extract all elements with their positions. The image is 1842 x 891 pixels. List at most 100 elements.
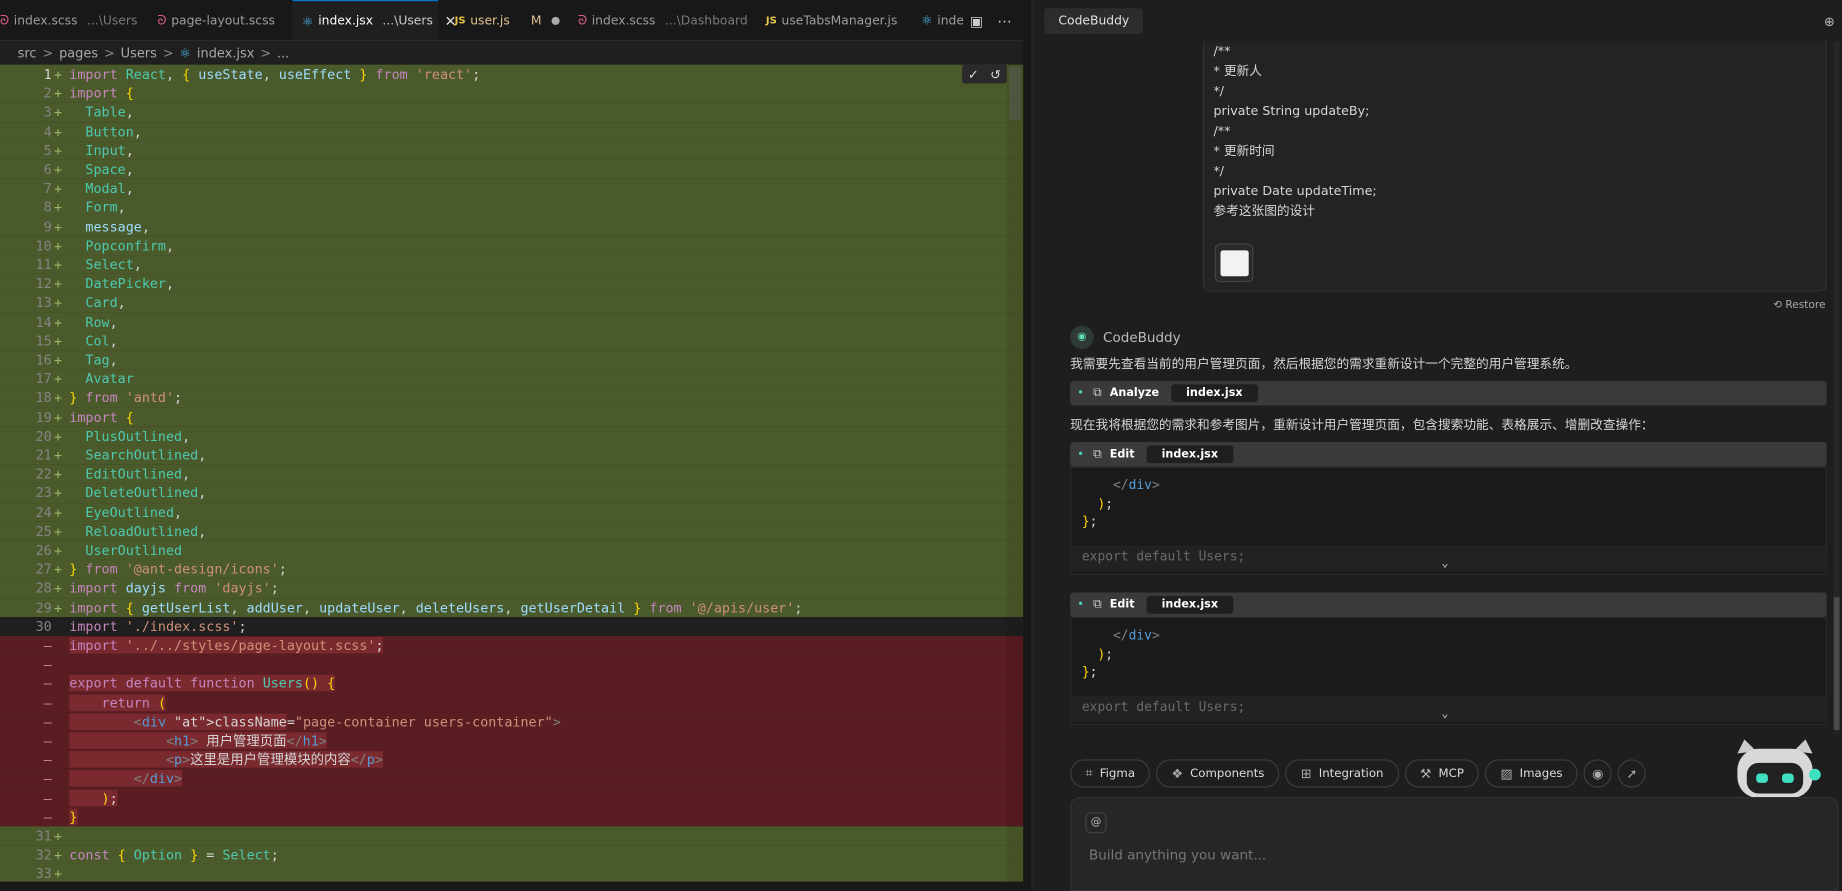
added-code-line[interactable]: 31 + <box>0 826 1024 846</box>
added-code-line[interactable]: 14 + Row, <box>0 312 1024 332</box>
added-code-line[interactable]: 12 + DatePicker, <box>0 274 1024 294</box>
diff-marker: + <box>54 446 63 464</box>
added-code-line[interactable]: 26 + UserOutlined <box>0 540 1024 560</box>
added-code-line[interactable]: 16 + Tag, <box>0 350 1024 370</box>
panel-scrollbar[interactable] <box>1833 597 1840 730</box>
mention-button[interactable]: @ <box>1085 812 1107 834</box>
tab-index-scss-dashboard[interactable]: ᘐ index.scss ...\Dashboard <box>578 0 748 40</box>
deleted-code-line[interactable]: — import '../../styles/page-layout.scss'… <box>0 635 1024 655</box>
tab-usetabsmanager-js[interactable]: JS useTabsManager.js <box>766 0 897 40</box>
added-code-line[interactable]: 7 + Modal, <box>0 178 1024 198</box>
editor-pane: ᘐ index.scss ...\Users ᘐ page-layout.scss ⚛… <box>0 0 1024 891</box>
code-text: Button, <box>85 123 142 140</box>
chat-input[interactable]: Build anything you want... <box>1089 846 1266 862</box>
components-icon: ❖ <box>1171 765 1184 782</box>
added-code-line[interactable]: 9 + message, <box>0 216 1024 237</box>
tab-inde[interactable]: ⚛ inde <box>921 0 968 40</box>
breadcrumb-item-src[interactable]: src <box>18 45 37 60</box>
code-text: import './index.scss'; <box>69 618 247 635</box>
added-code-line[interactable]: 8 + Form, <box>0 197 1024 217</box>
added-code-line[interactable]: 25 + ReloadOutlined, <box>0 521 1024 541</box>
added-code-line[interactable]: 21 + SearchOutlined, <box>0 445 1024 465</box>
code-line[interactable]: 30 import './index.scss'; <box>0 616 1024 636</box>
line-number: 15 <box>35 332 52 349</box>
added-code-line[interactable]: 6 + Space, <box>0 159 1024 179</box>
file-chip[interactable]: index.jsx <box>1146 595 1234 614</box>
preview-button[interactable]: ◉ <box>1583 759 1612 788</box>
revert-icon[interactable]: ↺ <box>990 66 1001 81</box>
images-pill[interactable]: ▨ Images <box>1485 759 1578 788</box>
accept-check-icon[interactable]: ✓ <box>968 66 979 81</box>
added-code-line[interactable]: 23 + DeleteOutlined, <box>0 483 1024 503</box>
added-code-line[interactable]: 11 + Select, <box>0 255 1024 275</box>
new-chat-icon[interactable]: ⊕ <box>1824 14 1835 29</box>
line-number: 16 <box>35 351 52 369</box>
diff-marker: + <box>54 84 63 102</box>
added-code-line[interactable]: 24 + EyeOutlined, <box>0 502 1024 522</box>
added-code-line[interactable]: 20 + PlusOutlined, <box>0 426 1024 446</box>
file-chip[interactable]: index.jsx <box>1146 445 1234 464</box>
file-chip[interactable]: index.jsx <box>1170 384 1258 403</box>
deleted-code-line[interactable]: — <h1> 用户管理页面</h1> <box>0 731 1024 751</box>
attached-image-thumbnail[interactable] <box>1214 243 1254 283</box>
tool-call-analyze[interactable]: • ⧉ Analyze index.jsx <box>1070 380 1827 406</box>
more-actions-icon[interactable]: ⋯ <box>997 12 1011 28</box>
integration-pill[interactable]: ⊞ Integration <box>1285 759 1399 788</box>
diff-marker: + <box>54 180 63 197</box>
edit-preview-2: </div> );}; export default Users; ⌄ <box>1070 617 1827 726</box>
expand-chevron-icon[interactable]: ⌄ <box>1441 557 1448 570</box>
deploy-button[interactable]: ➚ <box>1617 759 1646 788</box>
added-code-line[interactable]: 29 + import { getUserList, addUser, update… <box>0 597 1024 617</box>
mcp-pill[interactable]: ⚒ MCP <box>1404 759 1480 788</box>
deleted-code-line[interactable]: — return ( <box>0 693 1024 713</box>
tab-index-jsx-users[interactable]: ⚛ index.jsx ...\Users ✕ <box>292 0 456 40</box>
breadcrumb-item-symbol[interactable]: ... <box>277 45 289 60</box>
added-code-line[interactable]: 33 + <box>0 864 1024 884</box>
components-pill[interactable]: ❖ Components <box>1156 759 1280 788</box>
deleted-code-line[interactable]: — <div "at">className="page-container us… <box>0 712 1024 732</box>
user-message: /** * 更新人 */ private String updateBy; /** * 更… <box>1202 41 1827 292</box>
added-code-line[interactable]: 3 + Table, <box>0 102 1024 122</box>
added-code-line[interactable]: 4 + Button, <box>0 121 1024 141</box>
tab-page-layout-scss[interactable]: ᘐ page-layout.scss <box>157 0 286 40</box>
added-code-line[interactable]: 2 + import { <box>0 83 1024 103</box>
editor-scrollbar[interactable] <box>1009 67 1021 120</box>
deleted-code-line[interactable]: — <p>这里是用户管理模块的内容</p> <box>0 750 1024 770</box>
panel-title[interactable]: CodeBuddy <box>1044 8 1144 35</box>
expand-chevron-icon[interactable]: ⌄ <box>1441 708 1448 721</box>
deleted-code-line[interactable]: — ); <box>0 788 1024 808</box>
added-code-line[interactable]: 17 + Avatar <box>0 369 1024 389</box>
editor-tab-bar: ᘐ index.scss ...\Users ᘐ page-layout.scss ⚛… <box>0 0 1024 42</box>
tool-call-edit-2[interactable]: • ⧉ Edit index.jsx <box>1070 592 1827 618</box>
restore-button[interactable]: ⟲ Restore <box>1773 300 1825 312</box>
added-code-line[interactable]: 27 +} from '@ant-design/icons'; <box>0 559 1024 579</box>
user-message-text: /** * 更新人 */ private String updateBy; /** * 更… <box>1213 41 1376 221</box>
deleted-code-line[interactable]: — export default function Users() { <box>0 674 1024 694</box>
tab-user-js[interactable]: JS user.js M ● <box>455 0 561 40</box>
added-code-line[interactable]: 5 + Input, <box>0 140 1024 160</box>
split-editor-icon[interactable]: ▣ <box>970 12 983 28</box>
code-editor[interactable]: 1 + import React, { useState, useEffect } … <box>0 64 1024 884</box>
added-code-line[interactable]: 28 + import dayjs from 'dayjs'; <box>0 578 1024 598</box>
added-code-line[interactable]: 22 + EditOutlined, <box>0 464 1024 484</box>
eye-icon: ◉ <box>1592 765 1604 782</box>
bot-name: CodeBuddy <box>1103 329 1181 346</box>
added-code-line[interactable]: 13 + Card, <box>0 293 1024 313</box>
added-code-line[interactable]: 19 + import { <box>0 407 1024 427</box>
added-code-line[interactable]: 1 + import React, { useState, useEffect } … <box>0 64 1024 84</box>
line-number: 27 <box>35 561 52 578</box>
added-code-line[interactable]: 10 + Popconfirm, <box>0 236 1024 256</box>
tool-call-edit-1[interactable]: • ⧉ Edit index.jsx <box>1070 441 1827 467</box>
breadcrumb-item-file[interactable]: index.jsx <box>197 45 254 60</box>
deleted-code-line[interactable]: — </div> <box>0 769 1024 789</box>
chat-input-box[interactable]: @ Build anything you want... <box>1070 796 1839 891</box>
added-code-line[interactable]: 32 + const { Option } = Select; <box>0 845 1024 865</box>
added-code-line[interactable]: 18 +} from 'antd'; <box>0 388 1024 408</box>
added-code-line[interactable]: 15 + Col, <box>0 331 1024 351</box>
figma-pill[interactable]: ⌗ Figma <box>1070 759 1151 788</box>
breadcrumb-item-pages[interactable]: pages <box>59 45 98 60</box>
tab-index-scss-users[interactable]: ᘐ index.scss ...\Users <box>0 0 150 40</box>
deleted-code-line[interactable]: — } <box>0 807 1024 827</box>
breadcrumb-item-users[interactable]: Users <box>121 45 157 60</box>
deleted-code-line[interactable]: — <box>0 654 1024 675</box>
